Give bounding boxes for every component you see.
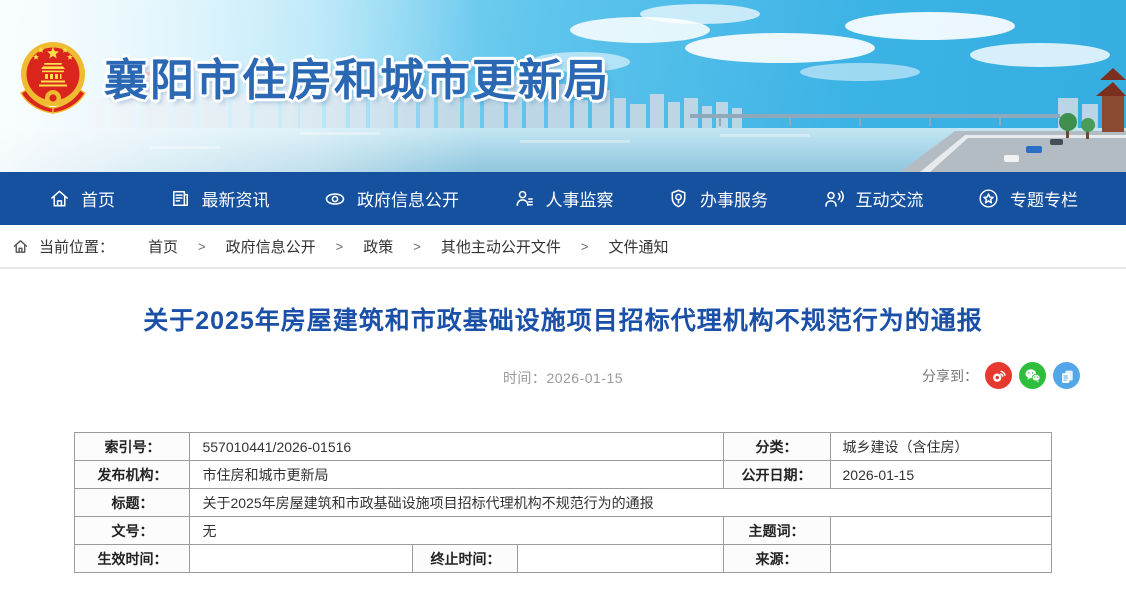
news-icon [169,187,192,210]
nav-label: 专题专栏 [1010,186,1078,211]
home-small-icon [12,238,29,255]
share-label: 分享到： [922,366,978,386]
chat-icon [822,187,846,211]
table-row: 文号： 无 主题词： [75,517,1051,545]
breadcrumb-item-gov-info[interactable]: 政府信息公开 [226,236,316,257]
nav-item-topics[interactable]: 专题专栏 [977,186,1078,211]
effective-value [190,545,413,573]
category-label: 分类： [723,433,830,461]
category-value: 城乡建设（含住房） [830,433,1051,461]
nav-item-news[interactable]: 最新资讯 [169,186,270,211]
star-icon [977,187,1000,210]
nav-label: 首页 [81,186,115,211]
pubdate-value: 2026-01-15 [830,461,1051,489]
site-brand[interactable]: 襄阳市住房和城市更新局 [16,38,610,114]
main-nav: 首页 最新资讯 政府信息公开 人事监察 办 [0,172,1126,225]
share-bar: 分享到： [922,362,1080,389]
time-label: 时间： [503,370,547,386]
title-label: 标题： [75,489,190,517]
nav-label: 互动交流 [856,186,924,211]
docnum-value: 无 [190,517,723,545]
breadcrumb: 当前位置： 首页 > 政府信息公开 > 政策 > 其他主动公开文件 > 文件通知 [0,225,1126,269]
pubdate-label: 公开日期： [723,461,830,489]
title-value: 关于2025年房屋建筑和市政基础设施项目招标代理机构不规范行为的通报 [190,489,1051,517]
site-title: 襄阳市住房和城市更新局 [104,44,610,108]
breadcrumb-prefix: 当前位置： [39,236,114,257]
nav-item-home[interactable]: 首页 [48,186,115,211]
breadcrumb-item-other-docs[interactable]: 其他主动公开文件 [441,236,561,257]
national-emblem-icon [16,38,90,114]
breadcrumb-separator: > [336,239,344,254]
nav-label: 人事监察 [546,186,614,211]
breadcrumb-item-home[interactable]: 首页 [148,236,178,257]
index-label: 索引号： [75,433,190,461]
article-title: 关于2025年房屋建筑和市政基础设施项目招标代理机构不规范行为的通报 [60,301,1066,337]
breadcrumb-separator: > [413,239,421,254]
nav-item-interaction[interactable]: 互动交流 [822,186,924,211]
agency-label: 发布机构： [75,461,190,489]
document-meta-table: 索引号： 557010441/2026-01516 分类： 城乡建设（含住房） … [74,432,1051,573]
copy-icon[interactable] [1053,362,1080,389]
breadcrumb-separator: > [198,239,206,254]
nav-item-personnel[interactable]: 人事监察 [513,186,614,211]
article: 关于2025年房屋建筑和市政基础设施项目招标代理机构不规范行为的通报 时间：20… [0,301,1126,573]
source-value [830,545,1051,573]
keywords-value [830,517,1051,545]
effective-label: 生效时间： [75,545,190,573]
nav-item-gov-info[interactable]: 政府信息公开 [323,186,459,211]
index-value: 557010441/2026-01516 [190,433,723,461]
shield-icon [667,187,690,210]
weibo-icon[interactable] [985,362,1012,389]
nav-label: 最新资讯 [202,186,270,211]
expiry-label: 终止时间： [413,545,518,573]
site-banner: 襄阳市住房和城市更新局 [0,0,1126,172]
expiry-value [518,545,723,573]
article-meta-row: 时间：2026-01-15 分享到： [0,362,1126,392]
breadcrumb-item-notices[interactable]: 文件通知 [608,236,668,257]
table-row: 索引号： 557010441/2026-01516 分类： 城乡建设（含住房） [75,433,1051,461]
time-value: 2026-01-15 [546,370,623,386]
keywords-label: 主题词： [723,517,830,545]
person-icon [513,187,536,210]
breadcrumb-separator: > [581,239,589,254]
breadcrumb-item-policy[interactable]: 政策 [363,236,393,257]
nav-item-services[interactable]: 办事服务 [667,186,768,211]
eye-icon [323,187,347,211]
docnum-label: 文号： [75,517,190,545]
table-row: 生效时间： 终止时间： 来源： [75,545,1051,573]
table-row: 标题： 关于2025年房屋建筑和市政基础设施项目招标代理机构不规范行为的通报 [75,489,1051,517]
nav-label: 办事服务 [700,186,768,211]
wechat-icon[interactable] [1019,362,1046,389]
home-icon [48,187,71,210]
table-row: 发布机构： 市住房和城市更新局 公开日期： 2026-01-15 [75,461,1051,489]
source-label: 来源： [723,545,830,573]
nav-label: 政府信息公开 [357,186,459,211]
agency-value: 市住房和城市更新局 [190,461,723,489]
